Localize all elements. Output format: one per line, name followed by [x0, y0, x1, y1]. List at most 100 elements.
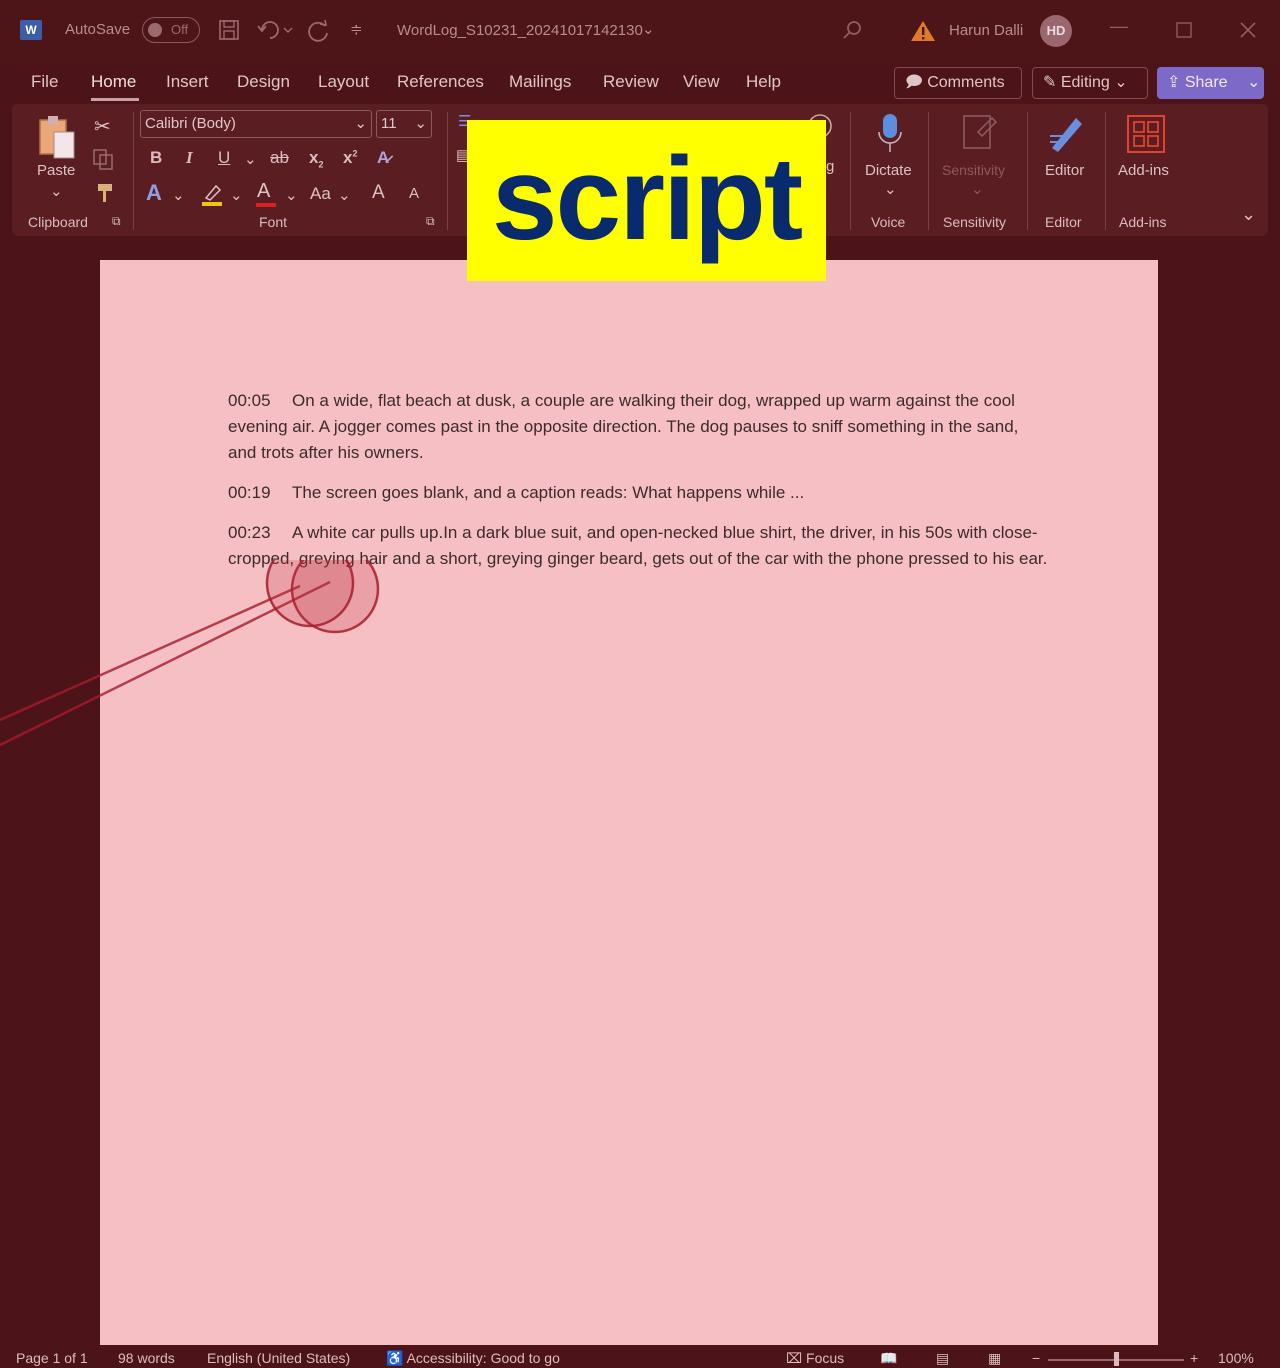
microphone-icon[interactable] — [876, 112, 904, 156]
redo-icon[interactable] — [306, 18, 332, 44]
tab-review[interactable]: Review — [603, 72, 659, 92]
focus-button[interactable]: ⌧ Focus — [786, 1350, 844, 1367]
group-divider — [133, 112, 134, 230]
share-button[interactable]: ⇪ Share ⌄ — [1157, 67, 1264, 99]
change-case-button[interactable]: Aa — [310, 184, 331, 204]
group-divider — [1105, 112, 1106, 230]
group-label-sensitivity: Sensitivity — [943, 214, 1007, 230]
close-icon[interactable] — [1240, 22, 1256, 38]
pencil-icon: ✎ — [1043, 74, 1061, 91]
accessibility-label: Accessibility: Good to go — [406, 1350, 560, 1366]
comments-button[interactable]: 🗩 Comments — [894, 67, 1022, 99]
editor-icon[interactable] — [1046, 112, 1086, 156]
tab-file[interactable]: File — [31, 72, 58, 92]
chevron-down-icon[interactable]: ⌄ — [971, 180, 984, 198]
word-count[interactable]: 98 words — [118, 1350, 175, 1366]
dialog-launcher-icon[interactable]: ⧉ — [112, 214, 121, 229]
add-ins-icon[interactable] — [1126, 114, 1166, 154]
chevron-down-icon[interactable]: ⌄ — [338, 186, 351, 204]
group-divider — [1027, 112, 1028, 230]
avatar[interactable]: HD — [1040, 15, 1072, 47]
tab-mailings[interactable]: Mailings — [509, 72, 571, 92]
document-page[interactable]: 00:05 On a wide, flat beach at dusk, a co… — [100, 260, 1158, 1345]
timestamp: 00:05 — [228, 391, 271, 410]
bold-button[interactable]: B — [150, 148, 162, 168]
tab-home[interactable]: Home — [91, 72, 136, 92]
maximize-icon[interactable] — [1176, 22, 1192, 38]
sensitivity-icon[interactable] — [962, 112, 998, 152]
text-effects-icon[interactable]: A — [146, 180, 162, 206]
document-title[interactable]: WordLog_S10231_20241017142130 — [397, 22, 643, 39]
chevron-down-icon[interactable]: ⌄ — [244, 150, 257, 168]
superscript-button[interactable]: x2 — [343, 148, 357, 168]
clear-formatting-icon[interactable]: A̷ — [377, 148, 389, 168]
grow-font-button[interactable]: A — [372, 182, 385, 204]
underline-button[interactable]: U — [218, 148, 230, 168]
font-size-select[interactable]: 11 ⌄ — [376, 110, 432, 138]
autosave-state: Off — [171, 22, 189, 37]
editing-button[interactable]: ✎ Editing ⌄ — [1032, 67, 1148, 99]
chevron-down-icon[interactable]: ⌄ — [285, 186, 298, 204]
font-color-icon[interactable]: A — [257, 180, 270, 203]
language-indicator[interactable]: English (United States) — [207, 1350, 350, 1366]
group-label-clipboard: Clipboard — [28, 214, 88, 230]
timestamp: 00:23 — [228, 523, 271, 542]
script-paragraph[interactable]: 00:05 On a wide, flat beach at dusk, a co… — [228, 388, 1048, 466]
subscript-button[interactable]: x2 — [309, 148, 323, 169]
add-ins-label[interactable]: Add-ins — [1118, 162, 1169, 179]
zoom-out-icon[interactable]: − — [1032, 1350, 1040, 1366]
chevron-down-icon[interactable]: ⌄ — [230, 186, 243, 204]
chevron-down-icon[interactable]: ⌄ — [642, 20, 655, 38]
dialog-launcher-icon[interactable]: ⧉ — [426, 214, 435, 229]
zoom-in-icon[interactable]: + — [1190, 1350, 1198, 1366]
warning-icon[interactable] — [910, 19, 936, 43]
font-name-select[interactable]: Calibri (Body) ⌄ — [140, 110, 372, 138]
shrink-font-button[interactable]: A — [409, 185, 419, 202]
minimize-icon[interactable]: — — [1110, 16, 1128, 37]
paste-icon[interactable] — [36, 114, 78, 160]
copy-icon[interactable] — [92, 148, 114, 170]
tab-view[interactable]: View — [683, 72, 720, 92]
dictate-label[interactable]: Dictate — [865, 162, 912, 179]
paste-label[interactable]: Paste — [37, 162, 75, 179]
accessibility-icon: ♿ — [386, 1350, 407, 1366]
status-bar — [0, 1345, 1280, 1368]
group-label-editor: Editor — [1045, 214, 1082, 230]
print-layout-icon[interactable]: ▤ — [936, 1350, 949, 1367]
cut-icon[interactable]: ✂ — [94, 114, 111, 139]
user-name[interactable]: Harun Dalli — [949, 22, 1023, 39]
strikethrough-button[interactable]: ab — [270, 148, 289, 168]
chevron-down-icon: ⌄ — [414, 115, 427, 132]
format-painter-icon[interactable] — [92, 182, 114, 204]
web-layout-icon[interactable]: ▦ — [988, 1350, 1001, 1367]
read-mode-icon[interactable]: 📖 — [880, 1350, 897, 1367]
autosave-toggle[interactable]: Off — [142, 17, 200, 43]
accessibility-status[interactable]: ♿ Accessibility: Good to go — [386, 1350, 560, 1367]
tab-help[interactable]: Help — [746, 72, 781, 92]
editing-label: Editing — [1060, 74, 1110, 91]
font-size-value: 11 — [381, 115, 397, 132]
timestamp: 00:19 — [228, 483, 271, 502]
save-icon[interactable] — [218, 19, 240, 41]
chevron-down-icon[interactable]: ⌄ — [172, 186, 185, 204]
editor-label[interactable]: Editor — [1045, 162, 1084, 179]
group-label-font: Font — [259, 214, 288, 230]
customize-qat-icon[interactable]: ≑ — [350, 20, 363, 38]
zoom-level[interactable]: 100% — [1218, 1350, 1254, 1366]
search-icon[interactable] — [840, 18, 864, 42]
tab-references[interactable]: References — [397, 72, 484, 92]
tab-design[interactable]: Design — [237, 72, 290, 92]
chevron-down-icon[interactable]: ⌄ — [884, 180, 897, 198]
highlight-icon[interactable] — [200, 182, 224, 206]
collapse-ribbon-icon[interactable]: ⌄ — [1241, 204, 1256, 225]
zoom-slider-thumb[interactable] — [1114, 1352, 1119, 1366]
tab-insert[interactable]: Insert — [166, 72, 209, 92]
undo-icon[interactable] — [256, 18, 296, 42]
page-count[interactable]: Page 1 of 1 — [16, 1350, 88, 1366]
script-paragraph[interactable]: 00:19 The screen goes blank, and a captio… — [228, 480, 1048, 506]
chevron-down-icon[interactable]: ⌄ — [50, 182, 63, 200]
italic-button[interactable]: I — [186, 148, 193, 168]
sensitivity-label[interactable]: Sensitivity — [942, 162, 1005, 178]
chevron-down-icon: ⌄ — [1247, 74, 1261, 91]
tab-layout[interactable]: Layout — [318, 72, 369, 92]
